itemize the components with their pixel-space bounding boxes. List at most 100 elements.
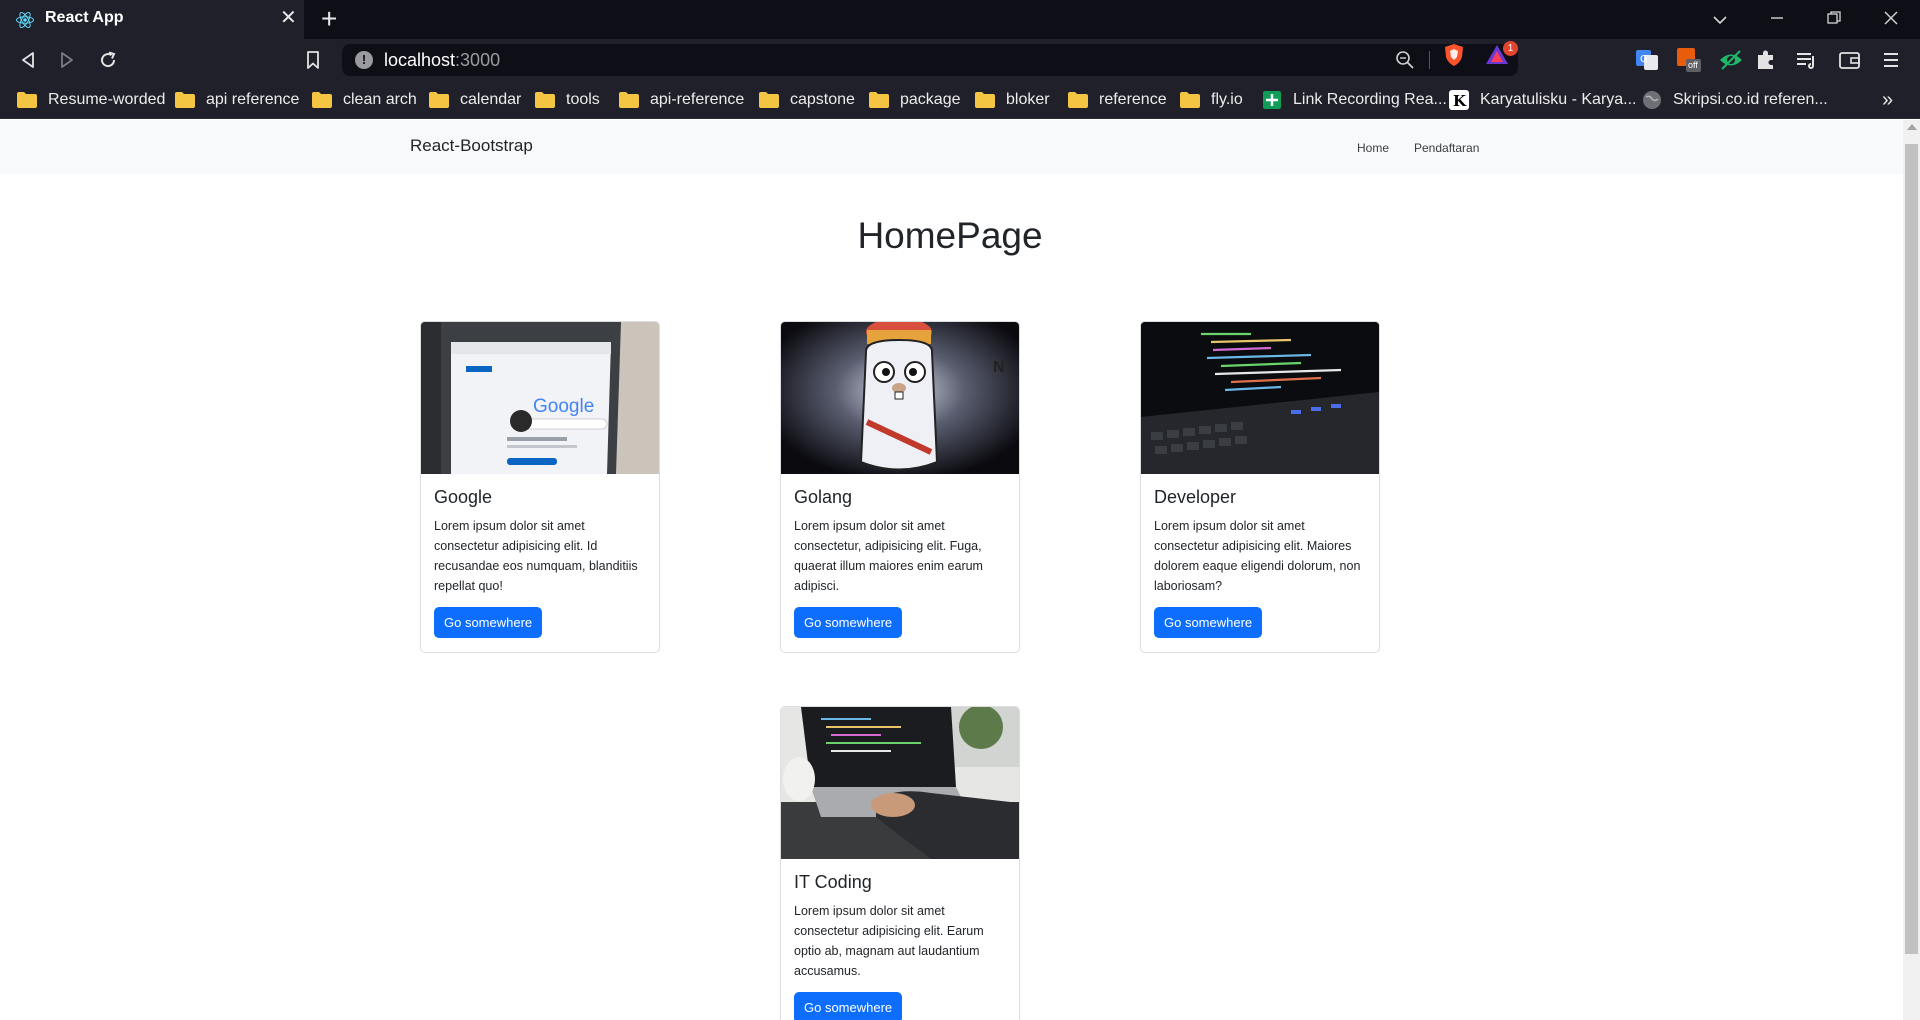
- bookmark-folder[interactable]: bloker: [975, 81, 1050, 119]
- navbar-brand[interactable]: React-Bootstrap: [410, 136, 533, 156]
- wallet-icon[interactable]: [1837, 47, 1863, 73]
- folder-icon: [429, 92, 449, 108]
- bookmark-label: bloker: [1006, 91, 1050, 108]
- google-translate-icon[interactable]: G: [1634, 47, 1660, 73]
- active-tab[interactable]: React App ✕: [0, 0, 304, 39]
- scrollbar-thumb[interactable]: [1905, 144, 1918, 954]
- page-scrollbar[interactable]: [1903, 120, 1920, 1020]
- omnibox-divider: [1429, 51, 1430, 69]
- bookmark-folder[interactable]: api-reference: [619, 81, 744, 119]
- hands-typing-laptop-image: [781, 707, 1019, 859]
- bookmark-label: Karyatulisku - Karya...: [1480, 91, 1637, 108]
- folder-icon: [175, 92, 195, 108]
- rewards-badge: 1: [1503, 41, 1518, 56]
- nav-link-home[interactable]: Home: [1357, 141, 1389, 155]
- google-sheets-icon: [1263, 91, 1281, 109]
- bookmark-link[interactable]: Link Recording Rea...: [1262, 81, 1447, 119]
- card-body: Golang Lorem ipsum dolor sit amet consec…: [781, 474, 1019, 652]
- card-text: Lorem ipsum dolor sit amet consectetur, …: [794, 519, 983, 593]
- nav-link-pendaftaran[interactable]: Pendaftaran: [1414, 141, 1479, 155]
- react-logo-icon: [16, 11, 34, 29]
- go-somewhere-button[interactable]: Go somewhere: [794, 607, 903, 638]
- go-somewhere-button[interactable]: Go somewhere: [434, 607, 543, 638]
- bookmark-icon[interactable]: [300, 47, 326, 73]
- brave-shields-icon[interactable]: [1443, 43, 1465, 67]
- extension-off-icon[interactable]: off: [1676, 47, 1702, 73]
- bookmark-folder[interactable]: clean arch: [312, 81, 417, 119]
- go-somewhere-button[interactable]: Go somewhere: [1154, 607, 1263, 638]
- bookmark-folder[interactable]: reference: [1068, 81, 1167, 119]
- card-title: IT Coding: [794, 872, 872, 892]
- folder-icon: [312, 92, 332, 108]
- go-somewhere-button[interactable]: Go somewhere: [794, 992, 903, 1020]
- bookmark-folder[interactable]: calendar: [429, 81, 521, 119]
- card-golang: N Golang Lorem ipsum dolor sit amet cons…: [780, 321, 1020, 653]
- bookmark-folder[interactable]: tools: [535, 81, 600, 119]
- reload-icon[interactable]: [95, 47, 121, 73]
- brave-rewards-icon[interactable]: 1: [1484, 41, 1524, 69]
- zoom-icon[interactable]: [1395, 50, 1415, 70]
- scroll-up-arrow-icon[interactable]: [1907, 124, 1917, 130]
- bookmark-folder[interactable]: api reference: [175, 81, 299, 119]
- bookmark-link[interactable]: K Karyatulisku - Karya...: [1449, 81, 1637, 119]
- minimize-icon[interactable]: [1762, 6, 1792, 32]
- bookmarks-overflow-icon[interactable]: »: [1882, 89, 1893, 112]
- tab-title: React App: [45, 9, 124, 26]
- extension-off-label: off: [1688, 60, 1698, 70]
- page-viewport: React-Bootstrap Home Pendaftaran HomePag…: [0, 120, 1920, 1020]
- playlist-icon[interactable]: [1794, 47, 1820, 73]
- bookmark-folder[interactable]: capstone: [759, 81, 855, 119]
- bookmark-folder[interactable]: fly.io: [1180, 81, 1243, 119]
- card-body: Developer Lorem ipsum dolor sit amet con…: [1141, 474, 1379, 652]
- tab-search-chevron-icon[interactable]: [1705, 6, 1735, 32]
- site-navbar: React-Bootstrap Home Pendaftaran: [0, 120, 1903, 174]
- bookmark-label: package: [900, 91, 961, 108]
- url-text[interactable]: localhost:3000: [384, 50, 500, 71]
- bookmark-folder[interactable]: Resume-worded: [17, 81, 165, 119]
- close-window-icon[interactable]: [1876, 6, 1906, 32]
- forward-icon[interactable]: [54, 47, 80, 73]
- card-text: Lorem ipsum dolor sit amet consectetur a…: [434, 519, 638, 593]
- card-title: Developer: [1154, 487, 1237, 507]
- back-icon[interactable]: [15, 47, 41, 73]
- svg-text:N: N: [993, 359, 1005, 376]
- site-info-icon[interactable]: !: [355, 51, 373, 69]
- svg-text:G: G: [1640, 54, 1648, 65]
- page-title: HomePage: [857, 215, 1043, 256]
- bookmark-label: fly.io: [1211, 91, 1243, 108]
- extensions-puzzle-icon[interactable]: [1753, 47, 1779, 73]
- card-google: Google Google Lorem ipsum dolor sit amet…: [420, 321, 660, 653]
- card-text: Lorem ipsum dolor sit amet consectetur a…: [794, 904, 984, 978]
- card-developer: Developer Lorem ipsum dolor sit amet con…: [1140, 321, 1380, 653]
- menu-hamburger-icon[interactable]: [1878, 47, 1904, 73]
- bookmark-label: api reference: [206, 91, 300, 108]
- folder-icon: [17, 92, 37, 108]
- bookmark-folder[interactable]: package: [869, 81, 961, 119]
- browser-toolbar: ! localhost:3000 1 G off: [0, 39, 1920, 81]
- card-title: Golang: [794, 487, 853, 507]
- k-site-icon: K: [1449, 90, 1469, 110]
- address-bar[interactable]: ! localhost:3000: [342, 44, 1518, 76]
- folder-icon: [1180, 92, 1200, 108]
- folder-icon: [759, 92, 779, 108]
- tab-close-icon[interactable]: ✕: [280, 8, 297, 28]
- card-body: IT Coding Lorem ipsum dolor sit amet con…: [781, 859, 1019, 1020]
- restore-icon[interactable]: [1819, 6, 1849, 32]
- bookmark-label: Skripsi.co.id referen...: [1673, 91, 1828, 108]
- golang-gopher-image: N: [781, 322, 1019, 474]
- folder-icon: [619, 92, 639, 108]
- bookmark-label: Resume-worded: [48, 91, 166, 108]
- bookmark-label: api-reference: [650, 91, 745, 108]
- folder-icon: [1068, 92, 1088, 108]
- card-text: Lorem ipsum dolor sit amet consectetur a…: [1154, 519, 1361, 593]
- bookmark-label: calendar: [460, 91, 522, 108]
- globe-icon: [1643, 91, 1661, 109]
- bookmark-label: Link Recording Rea...: [1293, 91, 1447, 108]
- google-word-in-image: Google: [533, 396, 594, 417]
- eye-extension-icon[interactable]: [1718, 47, 1744, 73]
- tab-strip: React App ✕ +: [0, 0, 1920, 39]
- bookmark-label: clean arch: [343, 91, 417, 108]
- bookmark-link[interactable]: Skripsi.co.id referen...: [1642, 81, 1828, 119]
- new-tab-plus-icon[interactable]: +: [321, 5, 337, 33]
- card-title: Google: [434, 487, 493, 507]
